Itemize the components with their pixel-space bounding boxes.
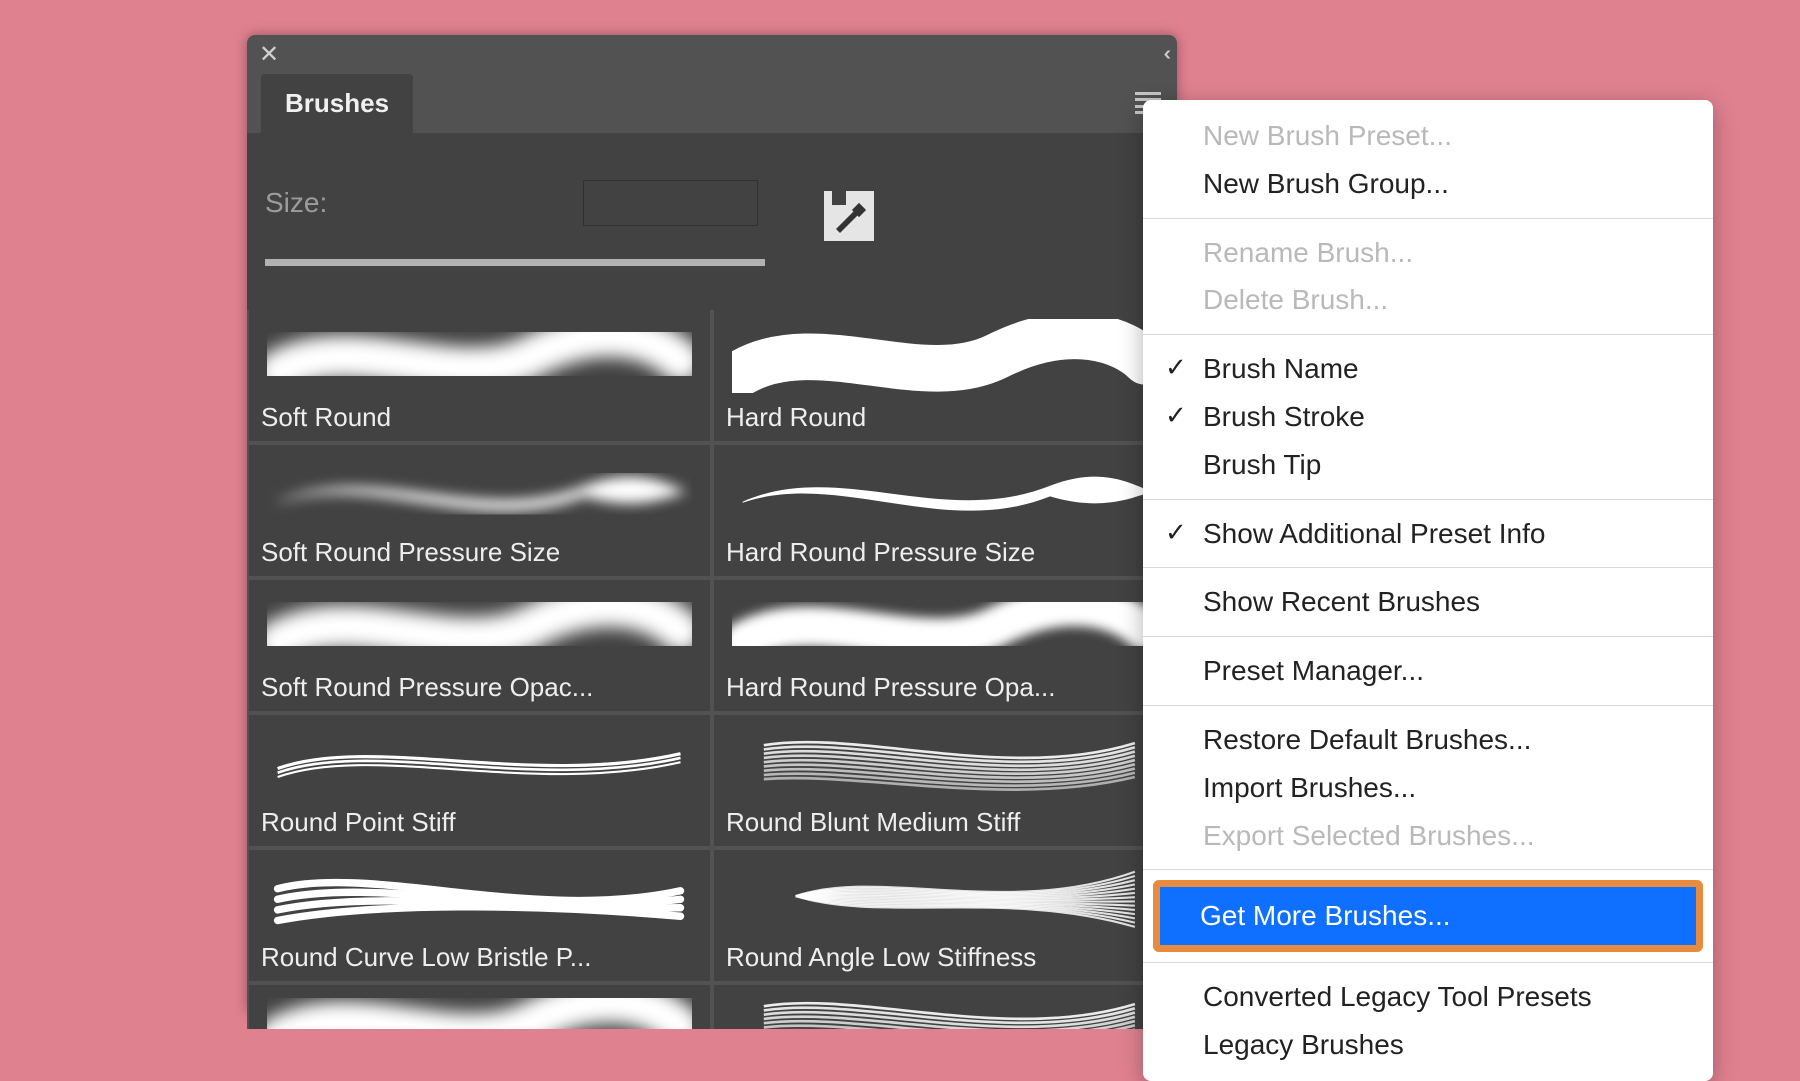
brush-preset[interactable]: Hard Round Pressure Opa...	[714, 580, 1175, 711]
brush-name-label: Round Curve Low Bristle P...	[261, 942, 591, 973]
menu-separator	[1143, 705, 1713, 706]
brush-preset[interactable]: Soft Round Pressure Opac...	[249, 580, 710, 711]
brush-stroke-preview	[249, 445, 710, 533]
menu-item[interactable]: Converted Legacy Tool Presets	[1143, 973, 1713, 1021]
tab-brushes[interactable]: Brushes	[261, 74, 413, 133]
size-input[interactable]	[583, 180, 758, 226]
brushes-flyout-menu: New Brush Preset...New Brush Group... Ren…	[1143, 100, 1713, 1081]
brush-stroke-preview	[249, 850, 710, 938]
menu-item[interactable]: Show Additional Preset Info	[1143, 510, 1713, 558]
brush-stroke-preview	[714, 445, 1175, 533]
brush-preset[interactable]: Round Curve Low Bristle P...	[249, 850, 710, 981]
close-icon[interactable]: ✕	[259, 40, 279, 69]
brush-stroke-preview	[714, 715, 1175, 803]
brush-stroke-preview	[249, 715, 710, 803]
brush-preset[interactable]: Round Blunt Medium Stiff	[714, 715, 1175, 846]
size-row: Size:	[247, 165, 1177, 241]
menu-item[interactable]: Restore Default Brushes...	[1143, 716, 1713, 764]
collapse-chevron-icon[interactable]: ‹‹	[1164, 43, 1165, 66]
brush-stroke-preview	[249, 985, 710, 1029]
menu-item: Export Selected Brushes...	[1143, 812, 1713, 860]
brush-preset[interactable]: Round Angle Low Stiffness	[714, 850, 1175, 981]
size-label: Size:	[265, 187, 327, 219]
brush-preset[interactable]	[249, 985, 710, 1029]
menu-item: Rename Brush...	[1143, 229, 1713, 277]
brush-name-label: Soft Round Pressure Size	[261, 537, 560, 568]
brush-name-label: Round Angle Low Stiffness	[726, 942, 1036, 973]
brush-stroke-preview	[249, 310, 710, 398]
panel-body: Size: Soft Round Hard Round Soft Round Pre…	[247, 133, 1177, 1012]
size-slider[interactable]	[265, 259, 765, 266]
menu-separator	[1143, 334, 1713, 335]
brush-grid: Soft Round Hard Round Soft Round Pressure …	[247, 310, 1177, 1029]
menu-item[interactable]: Legacy Brushes	[1143, 1021, 1713, 1069]
menu-item[interactable]: Brush Tip	[1143, 441, 1713, 489]
brush-preset[interactable]: Soft Round	[249, 310, 710, 441]
brushes-panel: ✕ ‹‹ Brushes Size: Soft RoundHard RoundS…	[247, 35, 1177, 1012]
brush-name-label: Hard Round	[726, 402, 866, 433]
brush-preset[interactable]: Hard Round Pressure Size	[714, 445, 1175, 576]
menu-separator	[1143, 962, 1713, 963]
menu-item[interactable]: Brush Stroke	[1143, 393, 1713, 441]
brush-preset[interactable]: Round Point Stiff	[249, 715, 710, 846]
brush-preset[interactable]: Hard Round	[714, 310, 1175, 441]
brush-name-label: Soft Round	[261, 402, 391, 433]
brush-name-label: Round Point Stiff	[261, 807, 456, 838]
brush-stroke-preview	[249, 580, 710, 668]
panel-titlebar: ✕ ‹‹	[247, 35, 1177, 73]
brush-stroke-preview	[714, 580, 1175, 668]
brush-name-label: Soft Round Pressure Opac...	[261, 672, 593, 703]
brush-preset[interactable]	[714, 985, 1175, 1029]
menu-item[interactable]: Brush Name	[1143, 345, 1713, 393]
brush-folder-icon[interactable]	[824, 191, 874, 241]
menu-item[interactable]: Preset Manager...	[1143, 647, 1713, 695]
brush-stroke-preview	[714, 310, 1175, 398]
brush-name-label: Hard Round Pressure Size	[726, 537, 1035, 568]
tab-bar: Brushes	[247, 73, 1177, 133]
menu-separator	[1143, 567, 1713, 568]
menu-item: Delete Brush...	[1143, 276, 1713, 324]
menu-item[interactable]: Import Brushes...	[1143, 764, 1713, 812]
menu-item[interactable]: Show Recent Brushes	[1143, 578, 1713, 626]
menu-item[interactable]: New Brush Group...	[1143, 160, 1713, 208]
brush-name-label: Round Blunt Medium Stiff	[726, 807, 1020, 838]
menu-separator	[1143, 636, 1713, 637]
menu-item-get-more-brushes[interactable]: Get More Brushes...	[1153, 880, 1703, 952]
brush-name-label: Hard Round Pressure Opa...	[726, 672, 1056, 703]
menu-separator	[1143, 499, 1713, 500]
brush-preset[interactable]: Soft Round Pressure Size	[249, 445, 710, 576]
menu-separator	[1143, 218, 1713, 219]
brush-stroke-preview	[714, 985, 1175, 1029]
brush-stroke-preview	[714, 850, 1175, 938]
menu-item: New Brush Preset...	[1143, 112, 1713, 160]
menu-separator	[1143, 869, 1713, 870]
